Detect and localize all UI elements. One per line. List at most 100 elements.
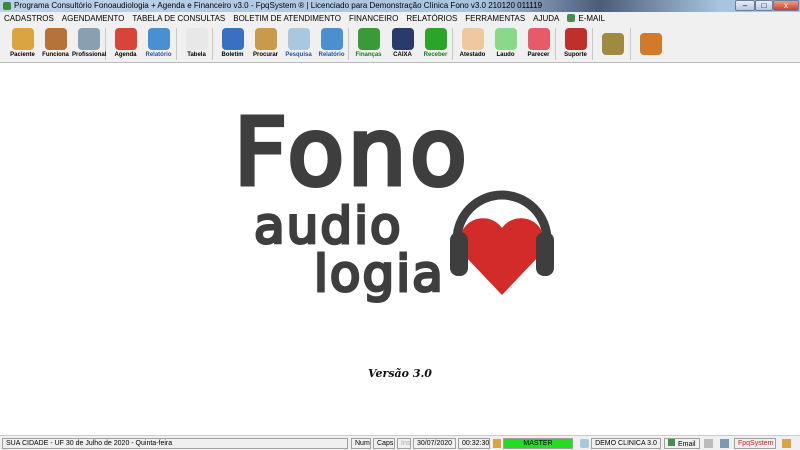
status-email-button[interactable]: Email [664,438,700,449]
relatorio-icon [147,28,170,50]
menu-bar: CADASTROS AGENDAMENTO TABELA DE CONSULTA… [0,12,800,25]
toolbar-label: Funciona [42,52,69,58]
toolbar-label: Profissional [72,52,107,58]
logo-text-fono: Fono [232,97,471,209]
toolbar-label: Relatório [318,52,345,58]
boletim-button[interactable]: Boletim [216,27,249,61]
toolbar-separator [452,28,453,60]
toolbar-label: CAIXA [393,52,412,58]
status-user: MASTER [503,438,573,449]
menu-boletim-de-atendimento[interactable]: BOLETIM DE ATENDIMENTO [233,12,341,25]
printer-icon[interactable] [704,439,713,448]
status-ins: Ins [397,438,411,449]
menu-relatorios[interactable]: RELATÓRIOS [406,12,457,25]
paciente-icon [11,28,34,50]
agenda-icon [114,28,137,50]
toolbar-label: Tabela [187,52,206,58]
menu-ajuda[interactable]: AJUDA [533,12,559,25]
exit-icon [639,33,662,55]
coins-icon [601,33,624,55]
status-caps: Caps [373,438,395,449]
toolbar-label: Finanças [355,52,382,58]
menu-ferramentas[interactable]: FERRAMENTAS [465,12,525,25]
toolbar-label: Parecer [527,52,550,58]
agenda-button[interactable]: Agenda [109,27,142,61]
app-icon [3,2,11,10]
toolbar-label: Pesquisa [285,52,312,58]
heart-headphones-icon [450,190,554,295]
status-date: 30/07/2020 [413,438,456,449]
email-icon [668,439,675,446]
coins-button[interactable] [596,27,629,61]
pesquisa-button[interactable]: Pesquisa [282,27,315,61]
toolbar-label: Receber [423,52,448,58]
version-label: Versão 3.0 [368,367,432,380]
atestado-icon [461,28,484,50]
atestado-button[interactable]: Atestado [456,27,489,61]
window-title: Programa Consultório Fonoaudiologia + Ag… [14,1,543,10]
menu-tabela-de-consultas[interactable]: TABELA DE CONSULTAS [132,12,225,25]
close-button[interactable]: x [773,0,799,11]
pesquisa-icon [287,28,310,50]
funcionario-button[interactable]: Funciona [39,27,72,61]
fonoaudiologia-logo: Fono audio logia [232,97,565,343]
toolbar-label: Laudo [496,52,515,58]
procurar-button[interactable]: Procurar [249,27,282,61]
clinic-icon [580,439,589,448]
menu-cadastros[interactable]: CADASTROS [4,12,54,25]
email-icon [567,14,576,22]
receber-icon [424,28,447,50]
users-icon [782,439,791,448]
relatorio-2-button[interactable]: Relatório [315,27,348,61]
suporte-icon [564,28,587,50]
boletim-icon [221,28,244,50]
toolbar-label: Suporte [564,52,587,58]
toolbar-label: Relatório [145,52,172,58]
status-time: 00:32:30 [458,438,490,449]
receber-button[interactable]: Receber [419,27,452,61]
relatorio-button[interactable]: Relatório [142,27,175,61]
status-brand: FpqSystem [734,438,776,449]
toolbar-separator [592,28,593,60]
caixa-icon [391,28,414,50]
toolbar-separator [348,28,349,60]
status-bar: SUA CIDADE - UF 30 de Julho de 2020 - Qu… [0,435,800,450]
parecer-button[interactable]: Parecer [522,27,555,61]
toolbar-label: Agenda [114,52,137,58]
funcionario-icon [44,28,67,50]
toolbar-separator [176,28,177,60]
laudo-button[interactable]: Laudo [489,27,522,61]
maximize-button[interactable]: □ [755,0,773,11]
title-bar: Programa Consultório Fonoaudiologia + Ag… [0,0,800,12]
profissional-icon [77,28,100,50]
toolbar-label: Procurar [252,52,278,58]
paciente-button[interactable]: Paciente [6,27,39,61]
tabela-button[interactable]: Tabela [180,27,213,61]
toolbar-separator [555,28,556,60]
tabela-icon [185,28,208,50]
user-icon [493,439,501,448]
menu-email[interactable]: E-MAIL [567,12,605,25]
status-company: DEMO CLINICA 3.0 [591,438,661,449]
menu-agendamento[interactable]: AGENDAMENTO [62,12,125,25]
toolbar-label: Boletim [221,52,244,58]
status-num: Num [351,438,371,449]
minimize-button[interactable]: – [735,0,755,11]
procurar-icon [254,28,277,50]
logo-text-logia: logia [313,244,445,305]
computer-icon[interactable] [720,439,729,448]
menu-financeiro[interactable]: FINANCEIRO [349,12,398,25]
relatorio-2-icon [320,28,343,50]
financas-button[interactable]: Finanças [352,27,385,61]
financas-icon [357,28,380,50]
profissional-button[interactable]: Profissional [72,27,107,61]
toolbar-label: Atestado [459,52,486,58]
toolbar-separator [630,28,631,60]
parecer-icon [527,28,550,50]
toolbar-label: Paciente [10,52,35,58]
caixa-button[interactable]: CAIXA [386,27,419,61]
suporte-button[interactable]: Suporte [559,27,592,61]
toolbar: Paciente Funciona Profissional Agenda Relató… [0,25,800,63]
exit-button[interactable] [634,27,667,61]
laudo-icon [494,28,517,50]
